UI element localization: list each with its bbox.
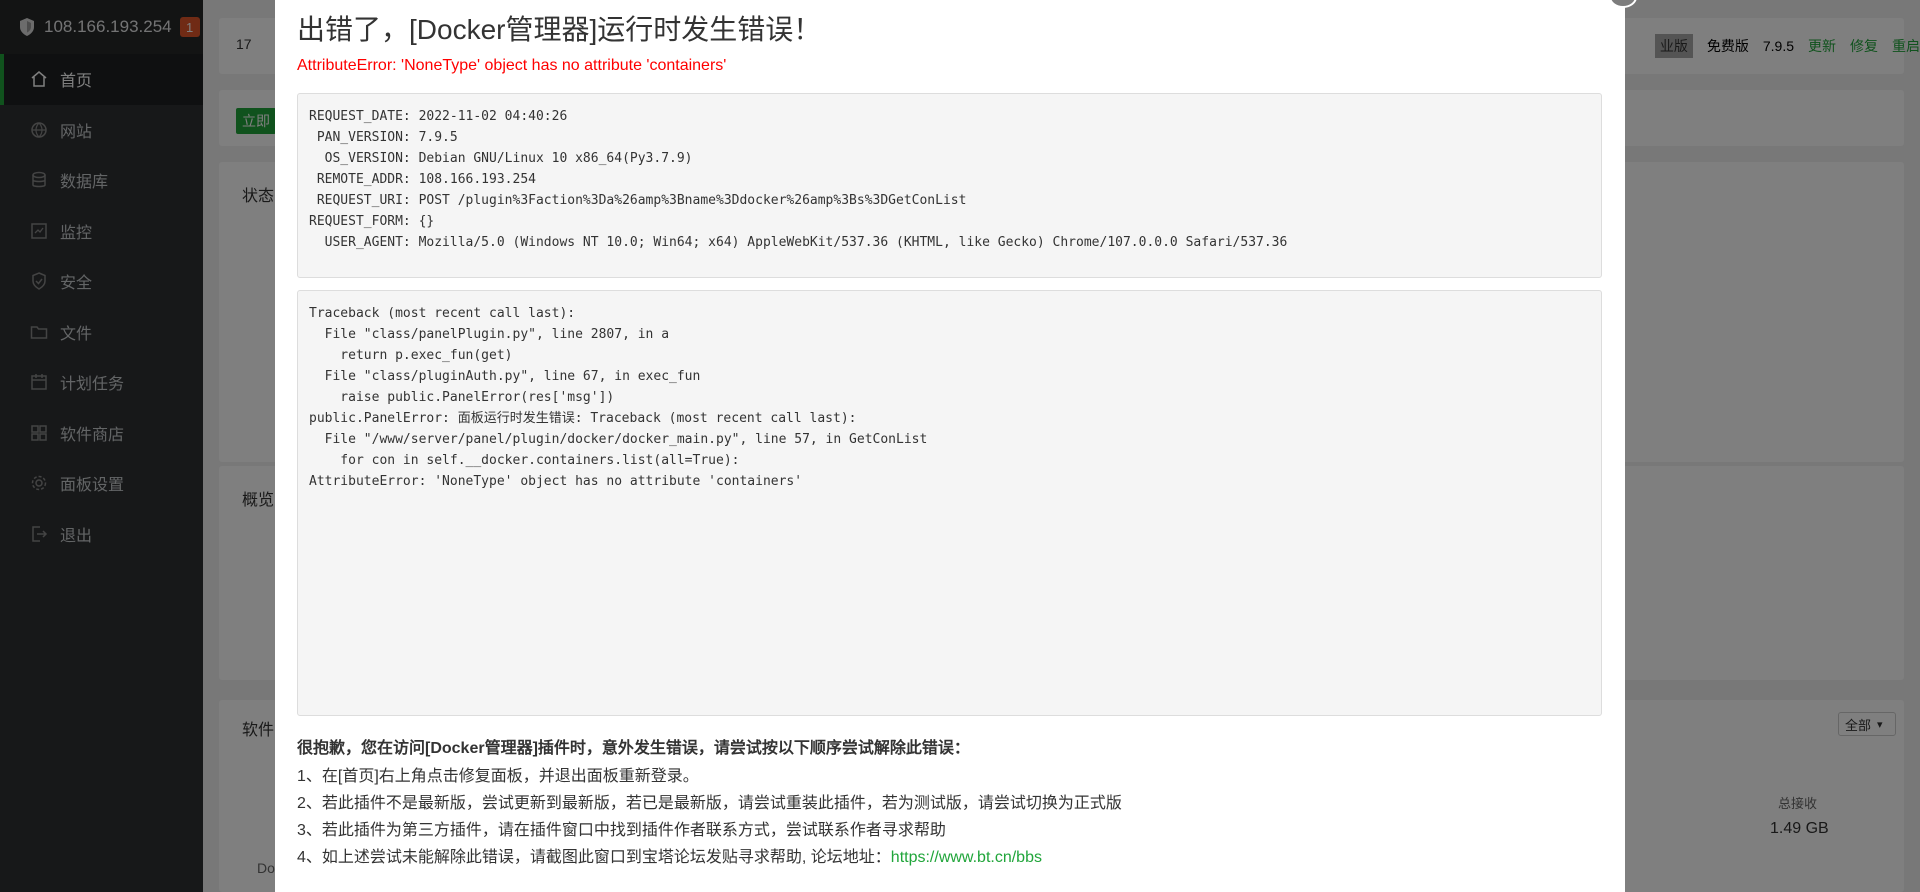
- help-step-2: 2、若此插件不是最新版，尝试更新到最新版，若已是最新版，请尝试重装此插件，若为测…: [297, 795, 1122, 812]
- help-step-1: 1、在[首页]右上角点击修复面板，并退出面板重新登录。: [297, 768, 699, 785]
- error-message: AttributeError: 'NoneType' object has no…: [297, 57, 727, 74]
- dialog-title: 出错了，[Docker管理器]运行时发生错误！: [297, 14, 822, 45]
- forum-link[interactable]: https://www.bt.cn/bbs: [891, 849, 1042, 866]
- traceback-block: Traceback (most recent call last): File …: [297, 290, 1602, 716]
- error-dialog: 出错了，[Docker管理器]运行时发生错误！ AttributeError: …: [275, 0, 1637, 892]
- help-section: 很抱歉，您在访问[Docker管理器]插件时，意外发生错误，请尝试按以下顺序尝试…: [297, 734, 1602, 875]
- help-heading: 很抱歉，您在访问[Docker管理器]插件时，意外发生错误，请尝试按以下顺序尝试…: [297, 740, 970, 757]
- request-info-block: REQUEST_DATE: 2022-11-02 04:40:26 PAN_VE…: [297, 93, 1602, 278]
- help-step-3: 3、若此插件为第三方插件，请在插件窗口中找到插件作者联系方式，尝试联系作者寻求帮…: [297, 822, 946, 839]
- help-step-4-text: 4、如上述尝试未能解除此错误，请截图此窗口到宝塔论坛发贴寻求帮助, 论坛地址：: [297, 849, 891, 866]
- help-step-4: 4、如上述尝试未能解除此错误，请截图此窗口到宝塔论坛发贴寻求帮助, 论坛地址：h…: [297, 848, 1602, 867]
